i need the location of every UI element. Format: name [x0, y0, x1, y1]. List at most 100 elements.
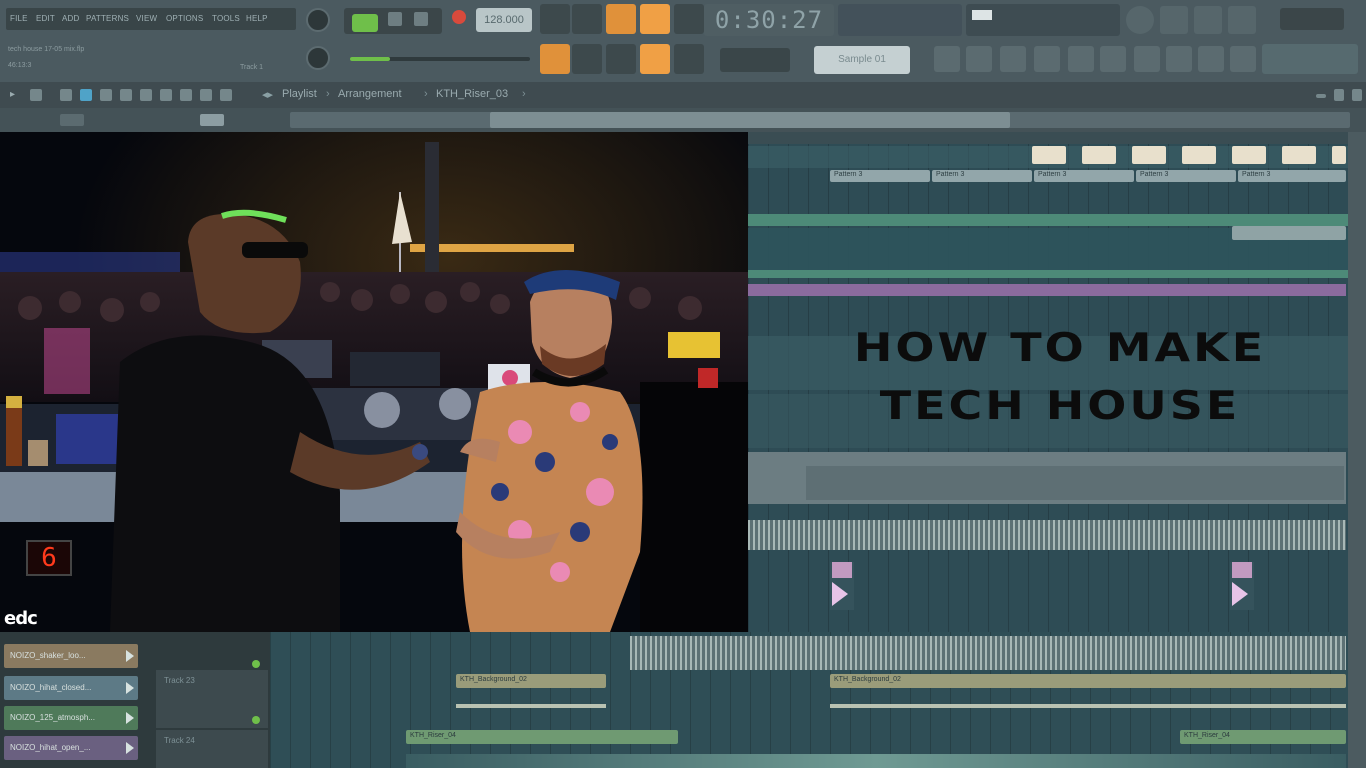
tool-playback-mini-icon[interactable] — [220, 89, 232, 101]
play-arrow-icon[interactable]: ▸ — [10, 89, 22, 101]
automation-clip[interactable] — [748, 284, 1346, 296]
time-display[interactable]: 0:30:27 — [704, 4, 834, 36]
mic-icon[interactable] — [1194, 6, 1222, 34]
channel-item[interactable]: NOIZO_shaker_loo... — [4, 644, 138, 668]
project-info-icon[interactable] — [1198, 46, 1224, 72]
clip-pattern[interactable]: Pattern 3 — [932, 170, 1032, 182]
menu-file[interactable]: FILE — [10, 14, 28, 23]
browser-icon[interactable] — [1068, 46, 1094, 72]
plugin-picker-icon[interactable] — [1134, 46, 1160, 72]
audio-clip[interactable]: KTH_Riser_04 — [1180, 730, 1346, 744]
tempo-display[interactable]: 128.000 — [476, 8, 532, 32]
marker-icon[interactable] — [830, 562, 854, 610]
piano-roll-icon[interactable] — [966, 46, 992, 72]
play-button[interactable] — [352, 14, 378, 32]
clip-block[interactable] — [1082, 146, 1116, 164]
clip-block[interactable] — [1032, 146, 1066, 164]
notes-lane[interactable] — [748, 214, 1348, 226]
metronome-icon[interactable] — [540, 4, 570, 34]
track-header[interactable]: Track 24 — [156, 730, 268, 768]
clip-block[interactable] — [1232, 226, 1346, 240]
vertical-scrollbar[interactable] — [1348, 132, 1366, 768]
pattern-selector[interactable]: Sample 01 — [814, 46, 910, 74]
track-active-indicator[interactable] — [252, 716, 260, 724]
tool-zoom-mini-icon[interactable] — [200, 89, 212, 101]
stop-button[interactable] — [414, 12, 428, 26]
clip-block[interactable] — [1182, 146, 1216, 164]
clip-pattern[interactable]: Pattern 3 — [1034, 170, 1134, 182]
channel-item[interactable]: NOIZO_hihat_closed... — [4, 676, 138, 700]
clip-block[interactable] — [1332, 146, 1346, 164]
timeline-ruler[interactable] — [748, 132, 1348, 144]
menu-edit[interactable]: EDIT — [36, 14, 55, 23]
menu-patterns[interactable]: PATTERNS — [86, 14, 129, 23]
breadcrumb-playlist[interactable]: Playlist — [282, 88, 317, 100]
menu-view[interactable]: VIEW — [136, 14, 157, 23]
master-pitch-knob[interactable] — [306, 46, 330, 70]
channel-item[interactable]: NOIZO_125_atmosph... — [4, 706, 138, 730]
menu-add[interactable]: ADD — [62, 14, 80, 23]
snap-selector[interactable] — [720, 48, 790, 72]
zoom-icon[interactable] — [60, 114, 84, 126]
snap-icon[interactable] — [540, 44, 570, 74]
pattern-song-toggle[interactable] — [388, 12, 402, 26]
tool-delete-icon[interactable] — [674, 44, 704, 74]
tool-pointer-icon[interactable] — [572, 44, 602, 74]
master-volume-knob[interactable] — [306, 8, 330, 32]
marker-icon[interactable] — [1230, 562, 1254, 610]
notes-lane[interactable] — [748, 270, 1348, 278]
window-controls[interactable] — [1280, 8, 1344, 30]
timeline-overview[interactable] — [290, 112, 1350, 128]
track-active-indicator[interactable] — [252, 660, 260, 668]
step-edit-icon[interactable] — [640, 4, 670, 34]
clip-pattern[interactable]: Pattern 3 — [1136, 170, 1236, 182]
tool-paint-icon[interactable] — [606, 44, 636, 74]
channel-rack-icon[interactable] — [1000, 46, 1026, 72]
master-volume-slider[interactable] — [350, 57, 530, 61]
tool-draw-mini-icon[interactable] — [60, 89, 72, 101]
mixer-icon[interactable] — [1034, 46, 1060, 72]
tool-delete-mini-icon[interactable] — [100, 89, 112, 101]
close-icon[interactable] — [1352, 89, 1362, 101]
record-button[interactable] — [452, 10, 466, 24]
home-icon[interactable] — [30, 89, 42, 101]
clip-pattern[interactable]: Pattern 3 — [1238, 170, 1346, 182]
scroll-left-icon[interactable] — [200, 114, 224, 126]
link-icon[interactable] — [1230, 46, 1256, 72]
playlist-overview[interactable] — [0, 108, 1366, 132]
audio-waveform[interactable] — [748, 520, 1346, 550]
news-icon[interactable] — [1160, 6, 1188, 34]
audio-clip-band[interactable] — [748, 452, 1346, 504]
touch-keyboard-icon[interactable] — [1166, 46, 1192, 72]
overview-viewport[interactable] — [490, 112, 1010, 128]
audio-clip[interactable]: KTH_Background_02 — [830, 674, 1346, 688]
countdown-icon[interactable] — [606, 4, 636, 34]
menu-help[interactable]: HELP — [246, 14, 268, 23]
settings-icon[interactable] — [1126, 6, 1154, 34]
channel-item[interactable]: NOIZO_hihat_open_... — [4, 736, 138, 760]
minimize-icon[interactable] — [1316, 94, 1326, 98]
clip-pattern[interactable]: Pattern 3 — [830, 170, 930, 182]
tool-slice-mini-icon[interactable] — [160, 89, 172, 101]
plugin-database-icon[interactable] — [1100, 46, 1126, 72]
menu-options[interactable]: OPTIONS — [166, 14, 203, 23]
audio-clip[interactable]: KTH_Riser_04 — [406, 730, 678, 744]
playlist-grid-bottom[interactable]: KTH_Background_02 KTH_Background_02 KTH_… — [270, 632, 1348, 768]
audio-clip[interactable]: KTH_Background_02 — [456, 674, 606, 688]
clip-block[interactable] — [1232, 146, 1266, 164]
clip-block[interactable] — [1132, 146, 1166, 164]
breadcrumb-pattern[interactable]: KTH_Riser_03 — [436, 88, 508, 100]
breadcrumb-arrangement[interactable]: Arrangement — [338, 88, 402, 100]
maximize-icon[interactable] — [1334, 89, 1344, 101]
help-icon[interactable] — [1228, 6, 1256, 34]
tool-paint-mini-icon[interactable] — [80, 89, 92, 101]
wait-input-icon[interactable] — [572, 4, 602, 34]
tool-draw-icon[interactable] — [640, 44, 670, 74]
clip-block[interactable] — [1282, 146, 1316, 164]
menu-tools[interactable]: TOOLS — [212, 14, 240, 23]
tool-slip-mini-icon[interactable] — [140, 89, 152, 101]
tool-mute-mini-icon[interactable] — [120, 89, 132, 101]
blend-notes-icon[interactable] — [674, 4, 704, 34]
tool-select-mini-icon[interactable] — [180, 89, 192, 101]
audio-waveform[interactable] — [630, 636, 1346, 670]
